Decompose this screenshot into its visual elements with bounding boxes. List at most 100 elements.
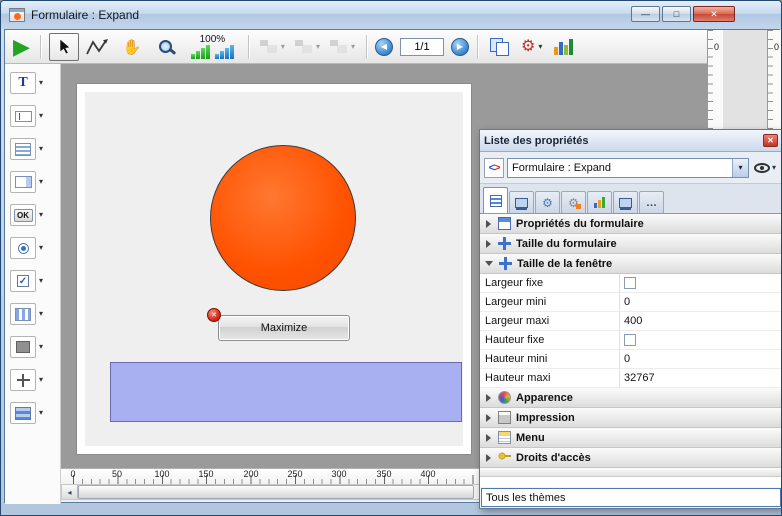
combo-control-icon: [10, 171, 36, 193]
tab-settings[interactable]: ⚙: [535, 191, 560, 213]
dropdown-arrow-icon[interactable]: ▾: [39, 178, 43, 186]
property-value[interactable]: 0: [620, 293, 782, 311]
scrollbar-thumb[interactable]: [78, 485, 474, 499]
radio-control-button[interactable]: ▾: [5, 237, 60, 259]
ruler-label: 250: [287, 469, 302, 479]
dropdown-arrow-icon[interactable]: ▾: [316, 43, 320, 51]
category-appearance[interactable]: Apparence: [480, 388, 782, 408]
dropdown-arrow-icon[interactable]: ▾: [39, 211, 43, 219]
dropdown-arrow-icon[interactable]: ▾: [39, 145, 43, 153]
looper-control-button[interactable]: ▾: [5, 402, 60, 424]
category-menu[interactable]: Menu: [480, 428, 782, 448]
orange-circle-shape[interactable]: [210, 145, 356, 291]
badge-x-icon: ✕: [211, 311, 217, 319]
tab-display[interactable]: [613, 191, 638, 213]
property-value[interactable]: 32767: [620, 369, 782, 387]
dropdown-arrow-icon[interactable]: ▾: [39, 277, 43, 285]
dropdown-arrow-icon[interactable]: ▾: [281, 43, 285, 51]
distribute-tool-button[interactable]: ▾: [295, 40, 320, 54]
category-print[interactable]: Impression: [480, 408, 782, 428]
cursor-icon: [58, 38, 70, 55]
expanded-arrow-icon: [485, 261, 493, 266]
size-tool-button[interactable]: ▾: [330, 40, 355, 54]
checkbox[interactable]: [624, 277, 636, 289]
select-tool-button[interactable]: [49, 33, 79, 61]
property-value[interactable]: [620, 331, 782, 349]
title-bar[interactable]: Formulaire : Expand — □ ✕: [1, 1, 781, 29]
edit-control-button[interactable]: ▾: [5, 105, 60, 127]
property-value[interactable]: [620, 274, 782, 292]
tab-more[interactable]: …: [639, 191, 664, 213]
tab-properties[interactable]: [483, 187, 508, 213]
category-form-properties[interactable]: Propriétés du formulaire: [480, 214, 782, 234]
image-control-button[interactable]: ▾: [5, 336, 60, 358]
ok-label: OK: [17, 211, 29, 220]
tab-advanced[interactable]: ⚙: [561, 191, 586, 213]
checkbox[interactable]: [624, 334, 636, 346]
error-badge[interactable]: ✕: [207, 308, 221, 322]
dropdown-arrow-icon[interactable]: ▾: [39, 112, 43, 120]
close-button[interactable]: ✕: [693, 6, 735, 22]
tab-style[interactable]: [509, 191, 534, 213]
theme-selector[interactable]: Tous les thèmes: [481, 488, 781, 507]
collapsed-arrow-icon: [486, 240, 491, 248]
dropdown-arrow-icon[interactable]: ▾: [39, 376, 43, 384]
dropdown-arrow-icon[interactable]: ▾: [772, 164, 776, 172]
draw-tool-button[interactable]: [83, 33, 113, 61]
category-window-size[interactable]: Taille de la fenêtre: [480, 254, 782, 274]
category-form-size[interactable]: Taille du formulaire: [480, 234, 782, 254]
chart-icon: [594, 197, 605, 208]
gear-plus-icon: ⚙: [568, 197, 579, 209]
dropdown-arrow-icon[interactable]: ▾: [39, 310, 43, 318]
edit-control-icon: [10, 105, 36, 127]
dropdown-arrow-icon[interactable]: ▾: [39, 409, 43, 417]
zoom-level-label: 100%: [200, 34, 226, 45]
properties-title-bar[interactable]: Liste des propriétés ✕: [480, 130, 782, 152]
chart-button[interactable]: [554, 39, 573, 55]
property-value[interactable]: 0: [620, 350, 782, 368]
duplicate-button[interactable]: [490, 38, 509, 55]
settings-button[interactable]: ⚙ ▾: [521, 39, 542, 55]
button-control-button[interactable]: OK ▾: [5, 204, 60, 226]
toolbar-separator: [366, 35, 367, 59]
dropdown-arrow-icon[interactable]: ▾: [39, 244, 43, 252]
eye-icon: [754, 163, 770, 173]
run-test-button[interactable]: ▶: [11, 36, 32, 58]
scroll-left-button[interactable]: ◂: [62, 485, 78, 499]
tab-chart[interactable]: [587, 191, 612, 213]
dropdown-arrow-icon[interactable]: ▾: [538, 43, 542, 51]
category-access-rights[interactable]: Droits d'accès: [480, 448, 782, 468]
dropdown-arrow-icon[interactable]: ▾: [351, 43, 355, 51]
dropdown-arrow-icon[interactable]: ▾: [39, 79, 43, 87]
zoom-level-widget[interactable]: 100%: [191, 34, 234, 59]
image-control-icon: [10, 336, 36, 358]
zigzag-icon: [85, 37, 111, 57]
pan-tool-button[interactable]: ✋: [117, 33, 147, 61]
list-control-button[interactable]: ▾: [5, 138, 60, 160]
selector-dropdown-button[interactable]: ▾: [732, 159, 748, 177]
visibility-button[interactable]: ▾: [752, 163, 778, 173]
resize-icon: [498, 237, 511, 250]
properties-close-button[interactable]: ✕: [763, 134, 778, 147]
maximize-button[interactable]: □: [662, 6, 691, 22]
property-value[interactable]: 400: [620, 312, 782, 330]
properties-grid: Propriétés du formulaire Taille du formu…: [480, 214, 782, 487]
palette-icon: [498, 391, 511, 404]
looper-control-icon: [10, 402, 36, 424]
combo-control-button[interactable]: ▾: [5, 171, 60, 193]
text-control-button[interactable]: T ▾: [5, 72, 60, 94]
zoom-tool-button[interactable]: [151, 33, 181, 61]
align-tool-button[interactable]: ▾: [260, 40, 285, 54]
splitter-control-button[interactable]: ▾: [5, 369, 60, 391]
checkbox-control-button[interactable]: ✓ ▾: [5, 270, 60, 292]
form-maximize-button[interactable]: Maximize: [218, 315, 350, 341]
previous-page-button[interactable]: ◀: [375, 38, 393, 56]
window-title: Formulaire : Expand: [31, 8, 139, 22]
blue-rectangle-shape[interactable]: [110, 362, 462, 422]
next-page-button[interactable]: ▶: [451, 38, 469, 56]
element-selector[interactable]: Formulaire : Expand ▾: [507, 158, 749, 178]
dropdown-arrow-icon[interactable]: ▾: [39, 343, 43, 351]
ruler-label: 350: [376, 469, 391, 479]
minimize-button[interactable]: —: [631, 6, 660, 22]
table-control-button[interactable]: ▾: [5, 303, 60, 325]
